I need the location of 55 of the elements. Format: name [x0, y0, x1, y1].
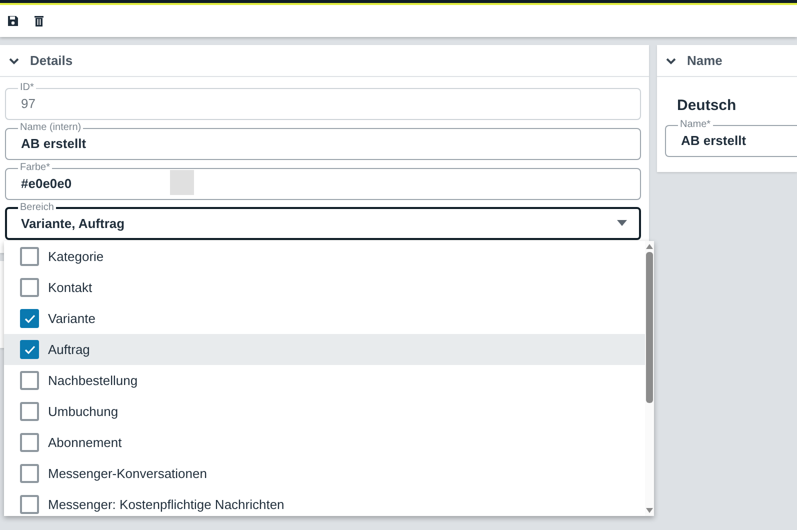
option-label: Nachbestellung: [48, 373, 138, 388]
panel-title: Details: [30, 53, 73, 68]
checkbox[interactable]: [20, 402, 39, 421]
option-label: Variante: [48, 311, 96, 326]
field-label: ID*: [19, 83, 35, 93]
field-value: AB erstellt: [681, 132, 746, 148]
checkbox[interactable]: [20, 433, 39, 452]
option-label: Messenger-Konversationen: [48, 466, 207, 481]
field-value: 97: [21, 96, 36, 110]
save-button[interactable]: [6, 14, 20, 28]
option-item[interactable]: Variante: [4, 303, 645, 334]
checkbox[interactable]: [20, 247, 39, 266]
option-item[interactable]: Auftrag: [4, 334, 645, 365]
scrollbar-thumb[interactable]: [646, 252, 653, 403]
checkbox[interactable]: [20, 309, 39, 328]
field-value: AB erstellt: [21, 136, 86, 150]
field-value: Variante, Auftrag: [21, 216, 125, 230]
scroll-down-icon: [646, 508, 653, 513]
option-item[interactable]: Nachbestellung: [4, 365, 645, 396]
checkbox[interactable]: [20, 340, 39, 359]
option-item[interactable]: Messenger: Kostenpflichtige Nachrichten: [4, 489, 645, 516]
scroll-up-icon: [646, 244, 653, 249]
option-label: Auftrag: [48, 342, 90, 357]
checkbox[interactable]: [20, 464, 39, 483]
option-item[interactable]: Messenger-Konversationen: [4, 458, 645, 489]
field-label: Name*: [679, 120, 712, 130]
input-field[interactable]: Farbe* #e0e0e0: [5, 163, 641, 200]
option-item[interactable]: Abonnement: [4, 427, 645, 458]
field-value: #e0e0e0: [21, 176, 72, 190]
option-label: Messenger: Kostenpflichtige Nachrichten: [48, 497, 284, 512]
option-item[interactable]: Kontakt: [4, 272, 645, 303]
field-label: Bereich: [19, 203, 55, 213]
input-field[interactable]: Name* AB erstellt: [665, 120, 797, 157]
field-label: Name (intern): [19, 123, 82, 133]
delete-button[interactable]: [32, 14, 46, 28]
option-item[interactable]: Umbuchung: [4, 396, 645, 427]
caret-icon: [617, 220, 627, 226]
option-item[interactable]: Kategorie: [4, 241, 645, 272]
checkbox[interactable]: [20, 495, 39, 514]
trash-icon: [33, 15, 45, 27]
panel-title: Name: [687, 53, 722, 68]
option-label: Kategorie: [48, 249, 104, 264]
language-heading: Deutsch: [676, 97, 738, 114]
checkbox[interactable]: [20, 278, 39, 297]
input-field[interactable]: Name (intern) AB erstellt: [5, 123, 641, 160]
scrollbar[interactable]: [645, 241, 654, 516]
checkmark-icon: [24, 344, 36, 354]
option-label: Kontakt: [48, 280, 92, 295]
option-label: Umbuchung: [48, 404, 118, 419]
select-field[interactable]: Bereich Variante, Auftrag: [5, 203, 641, 240]
checkbox[interactable]: [20, 371, 39, 390]
checkmark-icon: [24, 314, 36, 324]
color-swatch: [170, 170, 194, 194]
option-label: Abonnement: [48, 435, 122, 450]
field-label: Farbe*: [19, 163, 52, 173]
